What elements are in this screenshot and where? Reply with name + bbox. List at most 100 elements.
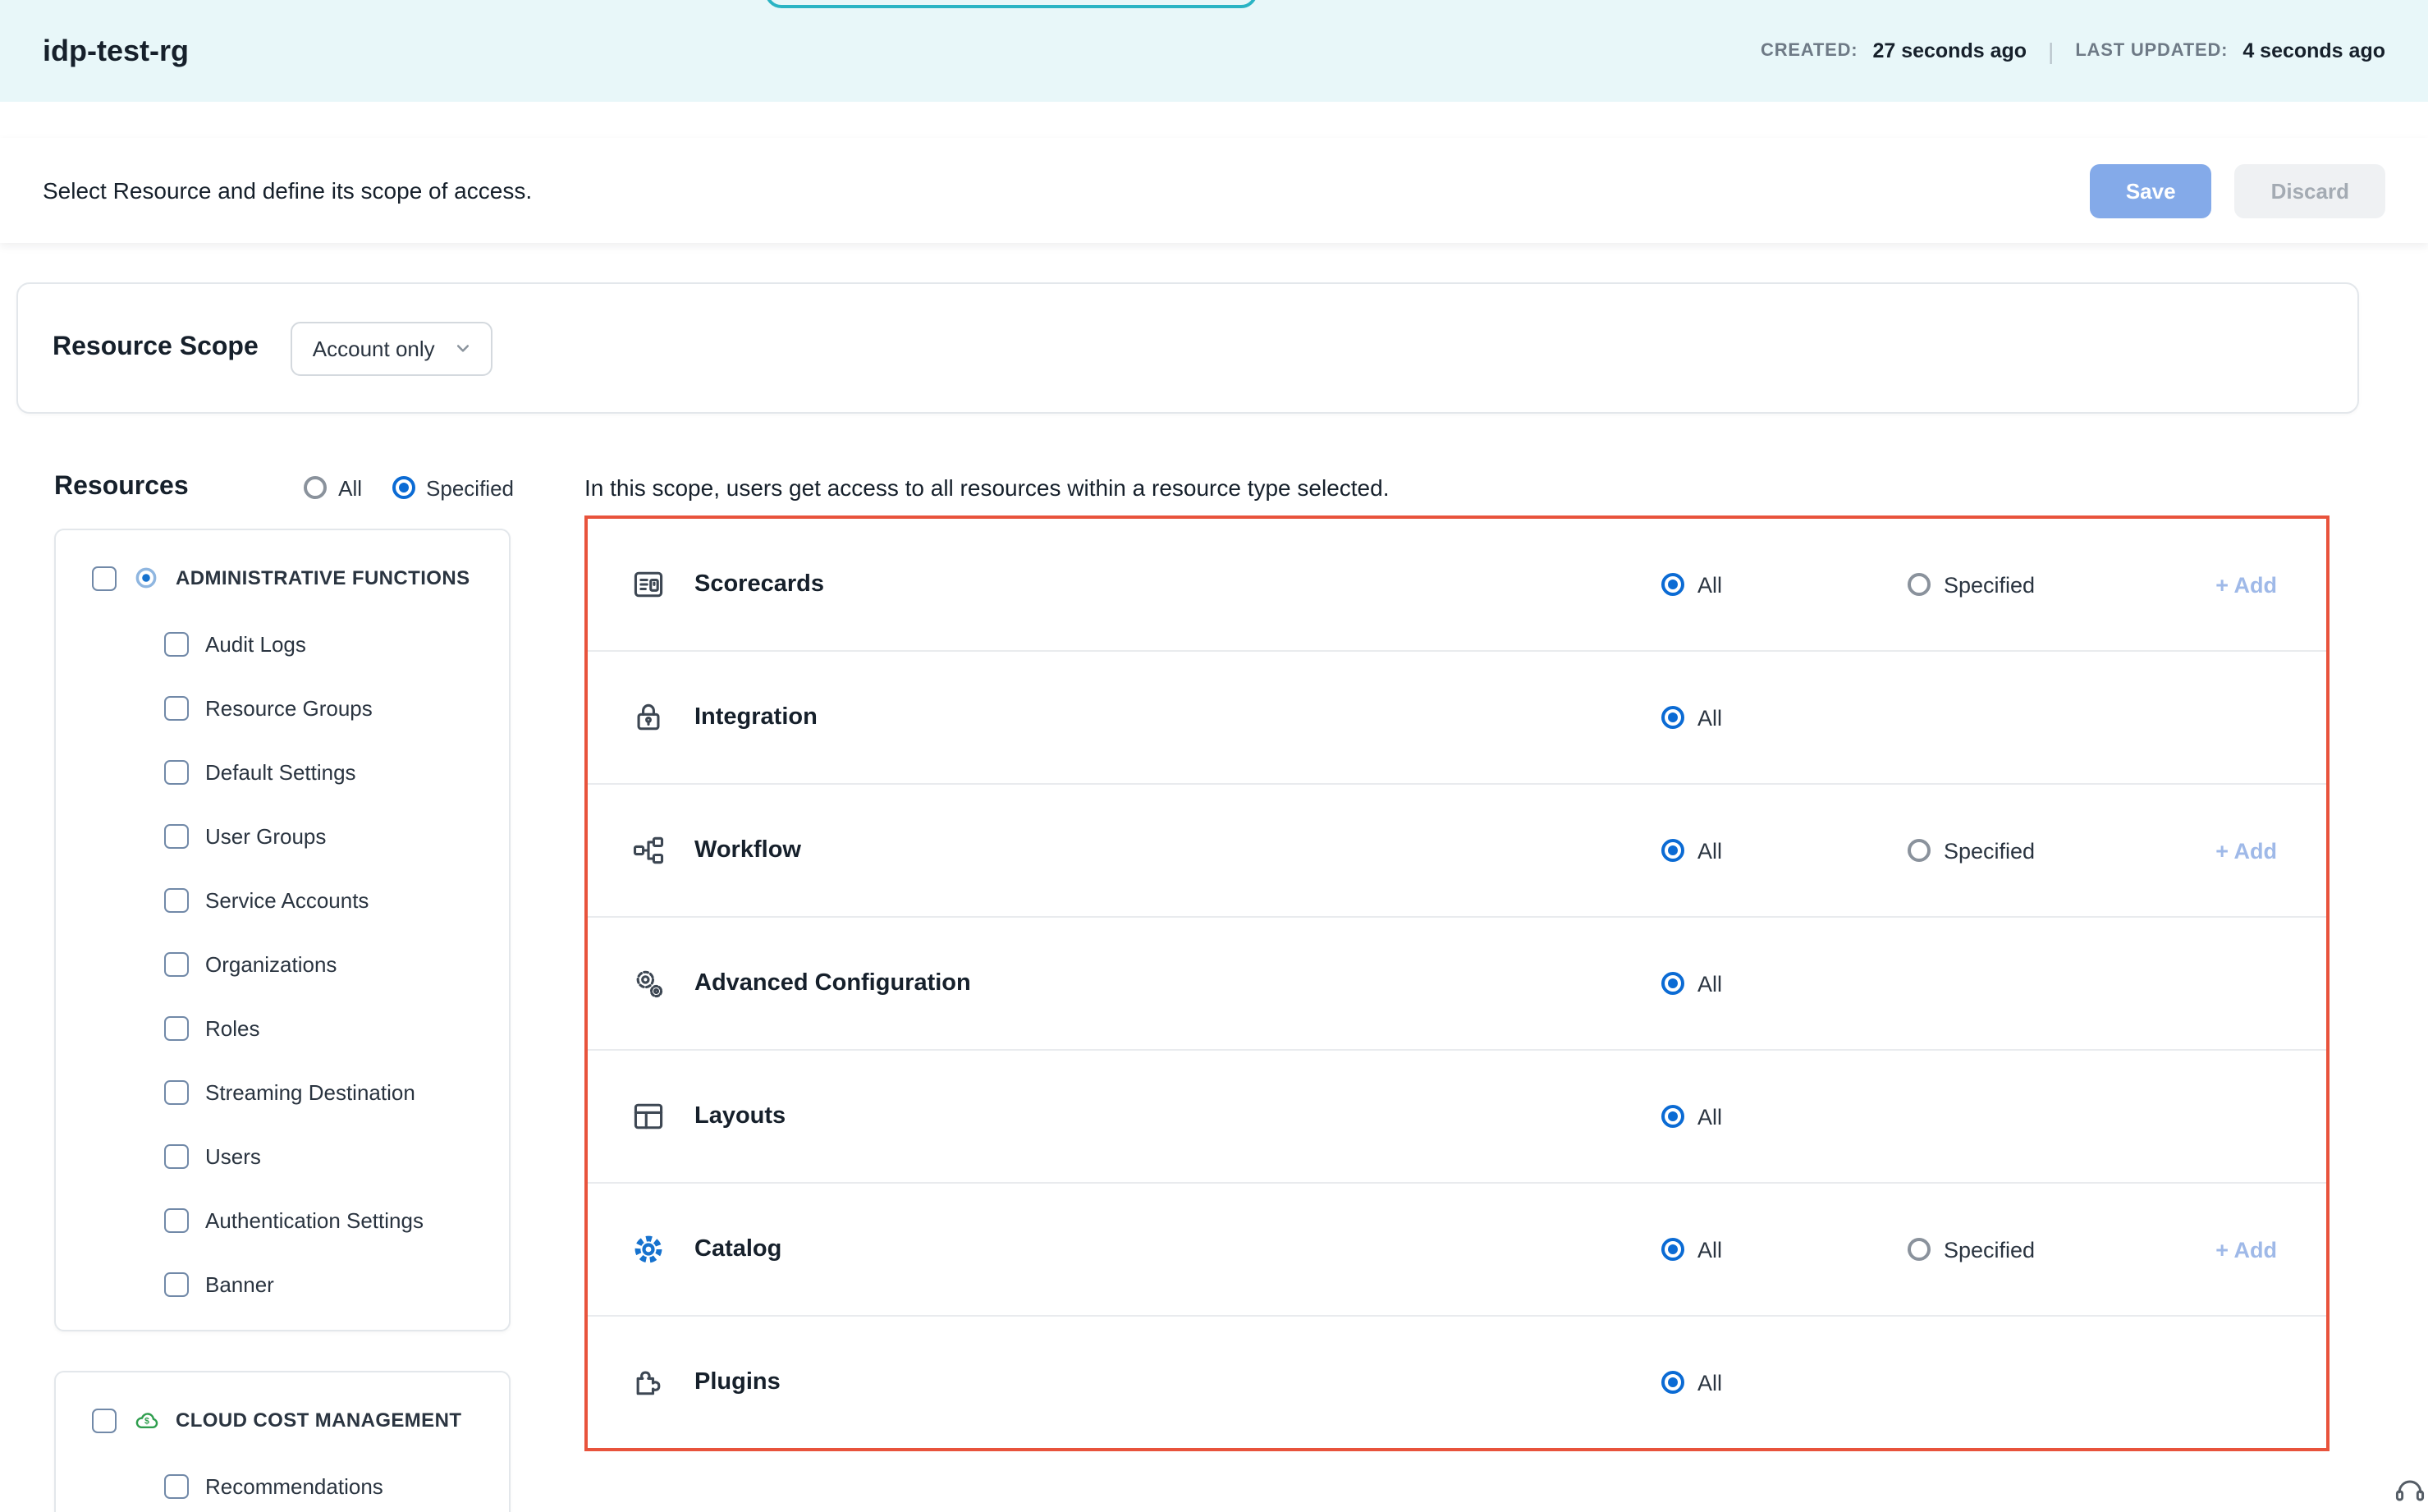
toolbar-description: Select Resource and define its scope of … xyxy=(43,177,532,204)
plugins-icon xyxy=(627,1361,670,1404)
all-radio[interactable] xyxy=(1661,1238,1684,1261)
resources-specified-label: Specified xyxy=(426,475,514,500)
resource-scope-label: Resource Scope xyxy=(53,333,259,363)
resource-item[interactable]: Audit Logs xyxy=(56,612,509,676)
discard-button[interactable]: Discard xyxy=(2235,163,2385,218)
specified-radio[interactable] xyxy=(1908,1238,1931,1261)
group-name: CLOUD COST MANAGEMENT xyxy=(176,1409,461,1432)
resource-group-card: ADMINISTRATIVE FUNCTIONS Audit Logs Reso… xyxy=(54,529,511,1331)
all-radio[interactable] xyxy=(1661,1105,1684,1128)
item-checkbox[interactable] xyxy=(164,1016,189,1041)
all-radio[interactable] xyxy=(1661,972,1684,995)
add-link[interactable]: + Add xyxy=(2146,1237,2277,1262)
item-checkbox[interactable] xyxy=(164,1080,189,1105)
updated-value: 4 seconds ago xyxy=(2242,39,2385,62)
scope-rows: Scorecards All Specified + Add Integrati… xyxy=(584,515,2330,1451)
resources-specified-option[interactable]: Specified xyxy=(392,475,514,500)
all-option[interactable]: All xyxy=(1661,572,1908,597)
save-button[interactable]: Save xyxy=(2090,163,2212,218)
resource-groups: ADMINISTRATIVE FUNCTIONS Audit Logs Reso… xyxy=(54,529,511,1512)
updated-label: LAST UPDATED: xyxy=(2075,41,2228,61)
resources-all-option[interactable]: All xyxy=(304,475,362,500)
resource-item[interactable]: Streaming Destination xyxy=(56,1061,509,1125)
specified-label: Specified xyxy=(1944,838,2035,863)
item-checkbox[interactable] xyxy=(164,760,189,785)
item-checkbox[interactable] xyxy=(164,696,189,721)
resource-item[interactable]: Roles xyxy=(56,997,509,1061)
item-checkbox[interactable] xyxy=(164,1208,189,1233)
item-label: Authentication Settings xyxy=(205,1208,424,1233)
specified-option[interactable]: Specified xyxy=(1908,572,2146,597)
resources-all-radio[interactable] xyxy=(304,476,327,499)
all-option[interactable]: All xyxy=(1661,1237,1908,1262)
created-value: 27 seconds ago xyxy=(1872,39,2027,62)
item-checkbox[interactable] xyxy=(164,1474,189,1499)
group-checkbox[interactable] xyxy=(92,566,117,590)
specified-option[interactable]: Specified xyxy=(1908,838,2146,863)
all-radio[interactable] xyxy=(1661,573,1684,596)
all-label: All xyxy=(1697,572,1722,597)
resource-group-card: $ CLOUD COST MANAGEMENT Recommendations xyxy=(54,1371,511,1512)
scope-row: Scorecards All Specified + Add xyxy=(588,519,2326,652)
created-label: CREATED: xyxy=(1761,41,1858,61)
resource-type-name: Workflow xyxy=(694,837,1661,864)
support-icon[interactable] xyxy=(2392,1473,2428,1509)
toast-remnant xyxy=(765,0,1258,8)
resources-header: Resources All Specified xyxy=(54,473,514,502)
specified-radio[interactable] xyxy=(1908,839,1931,862)
item-label: Banner xyxy=(205,1272,274,1297)
item-label: Streaming Destination xyxy=(205,1080,415,1105)
all-option[interactable]: All xyxy=(1661,971,1908,996)
all-option[interactable]: All xyxy=(1661,838,1908,863)
meta-separator: | xyxy=(2048,38,2054,64)
item-label: Default Settings xyxy=(205,760,356,785)
all-option[interactable]: All xyxy=(1661,1370,1908,1395)
resource-item[interactable]: Users xyxy=(56,1125,509,1189)
resource-type-name: Scorecards xyxy=(694,571,1661,598)
resource-item[interactable]: Organizations xyxy=(56,932,509,997)
resource-group-header[interactable]: ADMINISTRATIVE FUNCTIONS xyxy=(56,543,509,612)
item-label: Resource Groups xyxy=(205,696,373,721)
resource-item[interactable]: Banner xyxy=(56,1253,509,1317)
specified-option[interactable]: Specified xyxy=(1908,1237,2146,1262)
add-link[interactable]: + Add xyxy=(2146,838,2277,863)
item-label: Roles xyxy=(205,1016,260,1041)
resource-item[interactable]: Resource Groups xyxy=(56,676,509,740)
item-checkbox[interactable] xyxy=(164,1272,189,1297)
all-radio[interactable] xyxy=(1661,706,1684,729)
resource-group-header[interactable]: $ CLOUD COST MANAGEMENT xyxy=(56,1386,509,1455)
all-radio[interactable] xyxy=(1661,1371,1684,1394)
toolbar-buttons: Save Discard xyxy=(2090,163,2385,218)
add-link[interactable]: + Add xyxy=(2146,572,2277,597)
page: idp-test-rg CREATED: 27 seconds ago | LA… xyxy=(0,0,2428,1512)
item-checkbox[interactable] xyxy=(164,824,189,849)
item-checkbox[interactable] xyxy=(164,1144,189,1169)
resource-type-name: Layouts xyxy=(694,1103,1661,1129)
all-option[interactable]: All xyxy=(1661,705,1908,730)
resource-item[interactable]: Default Settings xyxy=(56,740,509,804)
scope-row: Catalog All Specified + Add xyxy=(588,1184,2326,1317)
all-label: All xyxy=(1697,971,1722,996)
specified-label: Specified xyxy=(1944,572,2035,597)
specified-radio[interactable] xyxy=(1908,573,1931,596)
header-meta: CREATED: 27 seconds ago | LAST UPDATED: … xyxy=(1761,38,2385,64)
resource-item[interactable]: Authentication Settings xyxy=(56,1189,509,1253)
item-checkbox[interactable] xyxy=(164,888,189,913)
resource-item[interactable]: Service Accounts xyxy=(56,868,509,932)
layouts-icon xyxy=(627,1095,670,1138)
resources-specified-radio[interactable] xyxy=(392,476,415,499)
svg-text:$: $ xyxy=(144,1416,149,1426)
item-checkbox[interactable] xyxy=(164,952,189,977)
item-label: Audit Logs xyxy=(205,632,306,657)
resource-item[interactable]: Recommendations xyxy=(56,1455,509,1512)
group-checkbox[interactable] xyxy=(92,1408,117,1432)
item-checkbox[interactable] xyxy=(164,632,189,657)
admin-functions-icon xyxy=(131,563,161,593)
resource-item[interactable]: User Groups xyxy=(56,804,509,868)
resources-all-label: All xyxy=(338,475,362,500)
all-option[interactable]: All xyxy=(1661,1104,1908,1129)
item-label: User Groups xyxy=(205,824,326,849)
resource-scope-dropdown[interactable]: Account only xyxy=(291,321,492,375)
all-radio[interactable] xyxy=(1661,839,1684,862)
page-title: idp-test-rg xyxy=(43,34,189,68)
